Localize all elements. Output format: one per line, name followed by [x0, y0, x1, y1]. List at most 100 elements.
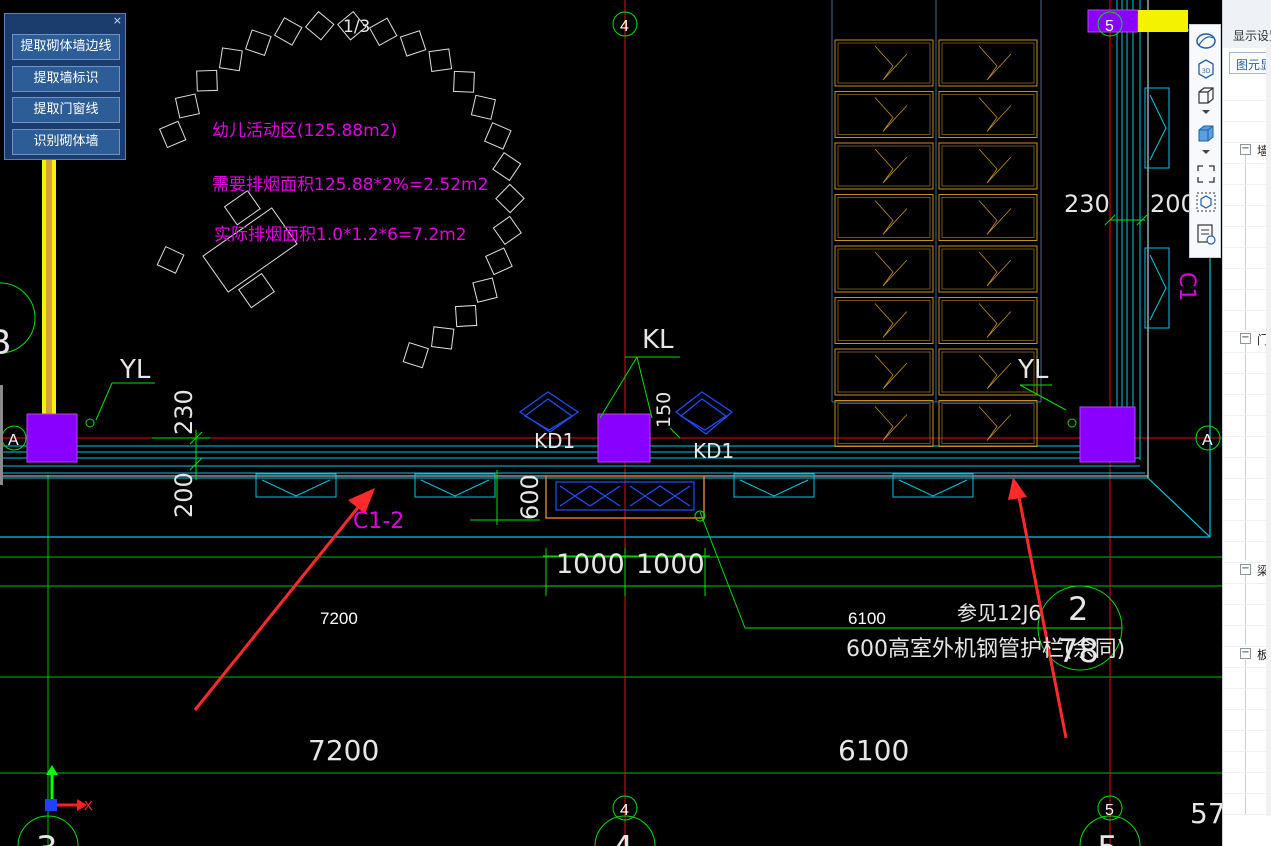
equipment-cell-inner: [837, 94, 931, 135]
chevron-down-icon[interactable]: [1201, 149, 1211, 155]
cad-canvas[interactable]: 1/3 幼儿活动区(125.88m2) 需要排烟面积125.88*2%=2.52…: [0, 0, 1222, 846]
display-settings-icon[interactable]: [1195, 223, 1217, 245]
tree-row-divider: [1223, 163, 1271, 164]
equipment-detail: [874, 97, 908, 132]
expand-toggle[interactable]: −: [1240, 564, 1251, 575]
fit-view-icon[interactable]: [1195, 163, 1217, 185]
solid-view-icon[interactable]: [1195, 123, 1217, 145]
chair-symbol: [472, 277, 498, 303]
dim-150: 150: [653, 392, 675, 428]
column-center: [597, 413, 651, 463]
tree-row-divider: [1223, 436, 1271, 437]
expand-toggle[interactable]: −: [1240, 648, 1251, 659]
extract-wall-edge-button[interactable]: 提取砌体墙边线: [12, 34, 120, 60]
dim-230-right: 230: [1064, 190, 1110, 218]
dim-230-left: 230: [170, 389, 198, 435]
equipment-cell-inner: [837, 197, 931, 238]
tree-row-divider: [1223, 373, 1271, 374]
left-splitter[interactable]: [0, 385, 3, 485]
equipment-detail: [978, 303, 1012, 338]
tree-row-divider: [1223, 142, 1271, 143]
equipment-detail: [874, 406, 908, 441]
rotate-view-icon[interactable]: [1195, 30, 1217, 52]
tree-row-divider: [1223, 541, 1271, 542]
3d-view-icon[interactable]: 3D: [1195, 57, 1217, 79]
window-c1-2: C1-2: [353, 509, 404, 534]
equipment-cell-inner: [941, 248, 1035, 290]
equipment-cell-inner: [837, 300, 931, 341]
tree-row-divider: [1223, 226, 1271, 227]
chair-symbol: [484, 247, 513, 276]
equipment-cell-inner: [837, 42, 931, 84]
equipment-cell-inner: [837, 351, 931, 393]
tree-row-divider: [1223, 751, 1271, 752]
tree-row-divider: [1223, 730, 1271, 731]
equipment-cell-inner: [941, 145, 1035, 187]
tree-row-divider: [1223, 394, 1271, 395]
axis-4-big: 4: [612, 829, 634, 846]
span-6100-large: 6100: [838, 734, 909, 767]
chair-symbol: [430, 326, 455, 350]
dim-200-left: 200: [170, 472, 198, 518]
chair-symbol: [483, 122, 512, 150]
tree-row-divider: [1223, 520, 1271, 521]
axis-4-top: 4: [620, 18, 629, 35]
chair-symbol: [196, 69, 218, 92]
label-yl-left: YL: [119, 355, 151, 385]
edge-57: 57: [1190, 797, 1222, 830]
panel-title: 显示设置: [1233, 29, 1271, 43]
chair-symbol: [495, 183, 525, 214]
tree-row-divider: [1223, 310, 1271, 311]
expand-toggle[interactable]: −: [1240, 333, 1251, 344]
tree-row-divider: [1223, 184, 1271, 185]
equipment-cell-inner: [837, 145, 931, 187]
tree-row-divider: [1223, 100, 1271, 101]
equipment-detail: [978, 354, 1012, 390]
panel-header: 显示设置: [1223, 0, 1271, 48]
equipment-cell-inner: [941, 300, 1035, 341]
chair-symbol: [304, 10, 335, 41]
chair-symbol: [273, 17, 303, 46]
tree-row-divider: [1223, 289, 1271, 290]
equipment-detail: [874, 303, 908, 338]
chair-symbol: [158, 120, 187, 149]
tab-element-display[interactable]: 图元显示: [1229, 52, 1271, 74]
dim-1000-b: 1000: [636, 549, 705, 580]
page-indicator: 1/3: [343, 17, 370, 37]
identify-wall-button[interactable]: 识别砌体墙: [12, 129, 120, 155]
tree-row-divider: [1223, 772, 1271, 773]
chair-symbol: [454, 304, 478, 328]
chair-symbol: [368, 17, 398, 47]
span-7200-small: 7200: [320, 609, 358, 628]
axis-a-right: A: [1202, 432, 1213, 449]
equipment-detail: [874, 251, 908, 287]
close-icon[interactable]: ×: [113, 14, 122, 28]
tree-row-divider: [1223, 247, 1271, 248]
cad-drawing[interactable]: 1/3 幼儿活动区(125.88m2) 需要排烟面积125.88*2%=2.52…: [0, 0, 1222, 846]
3d-badge: 3D: [1202, 68, 1211, 75]
annotation-arrow-left: [193, 504, 362, 711]
chair-symbol: [470, 94, 496, 120]
axis-left-partial: B: [0, 323, 11, 363]
tree-row-divider: [1223, 331, 1271, 332]
dynamic-view-icon[interactable]: [1195, 191, 1217, 213]
dim-600: 600: [516, 474, 544, 520]
expand-toggle[interactable]: −: [1240, 144, 1251, 155]
axis-5-bottom: 5: [1105, 802, 1114, 819]
chair-symbol: [402, 342, 429, 369]
required-smoke-text: 需要排烟面积125.88*2%=2.52m2: [212, 175, 488, 195]
equipment-detail: [978, 200, 1012, 235]
chair-symbol: [453, 70, 475, 93]
tree-row-divider: [1223, 415, 1271, 416]
chevron-down-icon[interactable]: [1201, 109, 1211, 115]
equipment-detail: [874, 354, 908, 390]
tree-row-divider: [1223, 667, 1271, 668]
chair-symbol: [174, 93, 200, 119]
box-view-icon[interactable]: [1195, 85, 1217, 107]
extract-door-window-button[interactable]: 提取门窗线: [12, 97, 120, 123]
tree-row-divider: [1223, 268, 1271, 269]
equipment-detail: [978, 251, 1012, 287]
equipment-detail: [874, 148, 908, 184]
extract-wall-label-button[interactable]: 提取墙标识: [12, 66, 120, 92]
label-kd1-right: KD1: [693, 439, 734, 463]
